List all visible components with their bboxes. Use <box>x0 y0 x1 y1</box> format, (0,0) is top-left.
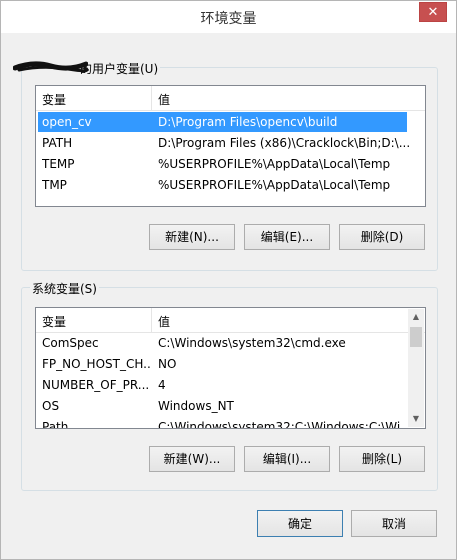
table-row[interactable]: NUMBER_OF_PR... 4 <box>38 375 407 395</box>
variable-value: %USERPROFILE%\AppData\Local\Temp <box>158 157 391 171</box>
user-variables-list[interactable]: 变量 值 open_cv D:\Program Files\opencv\bui… <box>35 85 426 207</box>
table-row[interactable]: OS Windows_NT <box>38 396 407 416</box>
table-row[interactable]: PATH D:\Program Files (x86)\Cracklock\Bi… <box>38 133 425 153</box>
variable-name: Path <box>42 420 69 429</box>
variable-name: TMP <box>42 178 67 192</box>
column-separator[interactable] <box>151 308 152 332</box>
list-header: 变量 值 <box>36 308 425 333</box>
ok-button[interactable]: 确定 <box>257 510 343 537</box>
variable-value: Windows_NT <box>158 399 234 413</box>
variable-value: 4 <box>158 378 166 392</box>
vertical-scrollbar[interactable]: ▲ ▼ <box>408 309 424 427</box>
system-delete-button[interactable]: 删除(L) <box>339 446 425 472</box>
user-edit-button[interactable]: 编辑(E)... <box>244 224 330 250</box>
scrollbar-thumb[interactable] <box>410 327 422 347</box>
table-row[interactable]: TEMP %USERPROFILE%\AppData\Local\Temp <box>38 154 425 174</box>
column-separator[interactable] <box>151 86 152 110</box>
variable-name: open_cv <box>42 115 92 129</box>
window-title: 环境变量 <box>200 11 257 27</box>
variable-name: FP_NO_HOST_CH... <box>42 357 152 371</box>
variable-value: C:\Windows\system32;C:\Windows;C:\Wi... <box>158 420 407 429</box>
system-edit-button[interactable]: 编辑(I)... <box>244 446 330 472</box>
user-delete-button[interactable]: 删除(D) <box>339 224 425 250</box>
title-bar[interactable]: 环境变量 ✕ <box>1 1 456 33</box>
table-row[interactable]: ComSpec C:\Windows\system32\cmd.exe <box>38 333 407 353</box>
variable-name: ComSpec <box>42 336 99 350</box>
variable-value: %USERPROFILE%\AppData\Local\Temp <box>158 178 391 192</box>
table-row[interactable]: TMP %USERPROFILE%\AppData\Local\Temp <box>38 175 425 195</box>
redacted-username <box>13 61 88 73</box>
scroll-down-arrow-icon[interactable]: ▼ <box>408 411 424 427</box>
variable-name: TEMP <box>42 157 75 171</box>
cancel-button[interactable]: 取消 <box>351 510 437 537</box>
list-header: 变量 值 <box>36 86 425 111</box>
table-row[interactable]: open_cv D:\Program Files\opencv\build <box>38 112 407 132</box>
variable-value: D:\Program Files (x86)\Cracklock\Bin;D:\… <box>158 136 411 150</box>
environment-variables-dialog: 环境变量 ✕ 的用户变量(U) 变量 值 open_cv D:\Program … <box>0 0 457 560</box>
user-new-button[interactable]: 新建(N)... <box>149 224 235 250</box>
system-new-button[interactable]: 新建(W)... <box>149 446 235 472</box>
close-button[interactable]: ✕ <box>419 2 447 22</box>
system-variables-label: 系统变量(S) <box>30 280 99 297</box>
variable-value: D:\Program Files\opencv\build <box>158 115 338 129</box>
column-header-variable[interactable]: 变量 <box>42 313 66 330</box>
table-row[interactable]: Path C:\Windows\system32;C:\Windows;C:\W… <box>38 417 407 429</box>
user-variables-label: 的用户变量(U) <box>78 60 161 77</box>
system-variables-list[interactable]: 变量 值 ComSpec C:\Windows\system32\cmd.exe… <box>35 307 426 429</box>
scroll-up-arrow-icon[interactable]: ▲ <box>408 309 424 325</box>
variable-value: NO <box>158 357 177 371</box>
variable-name: NUMBER_OF_PR... <box>42 378 150 392</box>
table-row[interactable]: FP_NO_HOST_CH... NO <box>38 354 407 374</box>
variable-name: PATH <box>42 136 73 150</box>
variable-name: OS <box>42 399 60 413</box>
variable-value: C:\Windows\system32\cmd.exe <box>158 336 346 350</box>
column-header-value[interactable]: 值 <box>158 313 170 330</box>
column-header-variable[interactable]: 变量 <box>42 91 66 108</box>
column-header-value[interactable]: 值 <box>158 91 170 108</box>
